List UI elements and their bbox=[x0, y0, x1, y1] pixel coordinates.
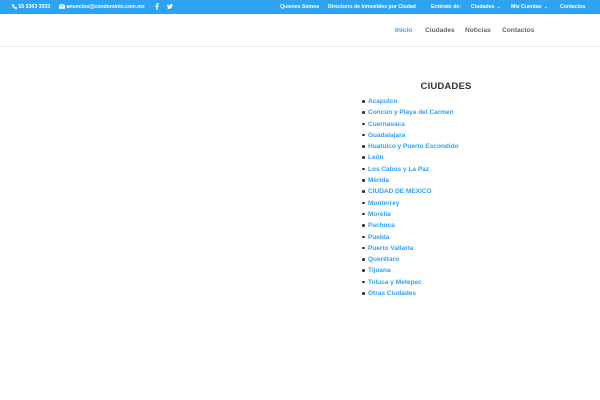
city-label: Los Cabos y La Paz bbox=[368, 165, 430, 173]
city-label: Pachuca bbox=[368, 222, 395, 230]
city-link[interactable]: Huatulco y Puerto Escondido bbox=[360, 141, 459, 152]
city-label: Acapulco bbox=[368, 98, 398, 105]
city-label: Cuernavaca bbox=[368, 120, 405, 128]
city-link[interactable]: Cuernavaca bbox=[360, 119, 459, 130]
bullet-icon bbox=[362, 212, 365, 216]
envelope-icon bbox=[59, 4, 65, 9]
nav-contactos[interactable]: Contactos bbox=[502, 22, 534, 40]
city-link[interactable]: Pachuca bbox=[360, 220, 459, 231]
bullet-icon bbox=[362, 167, 365, 171]
city-label: Toluca y Metepec bbox=[368, 278, 422, 286]
bullet-icon bbox=[362, 190, 365, 193]
chevron-down-icon: ⌄ bbox=[496, 4, 501, 10]
facebook-icon bbox=[155, 3, 159, 11]
city-link[interactable]: Tijuana bbox=[360, 265, 459, 276]
twitter-link[interactable] bbox=[167, 0, 173, 14]
city-label: Guadalajara bbox=[368, 131, 406, 139]
email-address: anuncios@condominio.com.mx bbox=[66, 4, 145, 10]
phone-icon bbox=[12, 4, 17, 10]
bullet-icon bbox=[362, 292, 365, 295]
header-divider bbox=[0, 46, 600, 47]
bullet-icon bbox=[362, 133, 365, 137]
bullet-icon bbox=[362, 258, 365, 261]
city-link[interactable]: Querétaro bbox=[360, 254, 459, 265]
city-label: Concún y Playa del Carmen bbox=[368, 109, 454, 117]
bullet-icon bbox=[362, 246, 365, 250]
topnav-ciudades-label: Ciudades bbox=[471, 4, 495, 10]
city-link[interactable]: Otras Ciudades bbox=[360, 288, 459, 299]
city-label: Querétaro bbox=[368, 256, 400, 264]
bullet-icon bbox=[362, 179, 365, 182]
city-link[interactable]: Acapulco bbox=[360, 96, 459, 107]
city-link[interactable]: Morelia bbox=[360, 209, 459, 220]
bullet-icon bbox=[362, 201, 365, 205]
city-link[interactable]: Puerto Vallarta bbox=[360, 243, 459, 254]
nav-noticias[interactable]: Noticias bbox=[465, 22, 491, 40]
city-link[interactable]: Los Cabos y La Paz bbox=[360, 164, 459, 175]
topnav-mis-cuentas[interactable]: Mis Cuentas ⌄ bbox=[511, 0, 548, 14]
bullet-icon bbox=[362, 224, 365, 227]
topnav-contactos[interactable]: Contactos bbox=[560, 0, 585, 14]
city-link[interactable]: Toluca y Metepec bbox=[360, 277, 459, 288]
city-link[interactable]: Mérida bbox=[360, 175, 459, 186]
phone-number: 55 5363 3333 bbox=[18, 4, 51, 10]
city-link[interactable]: CIUDAD DE MEXICO bbox=[360, 186, 459, 197]
city-label: Puerto Vallarta bbox=[368, 244, 414, 252]
bullet-icon bbox=[362, 269, 365, 272]
bullet-icon bbox=[362, 111, 365, 114]
bullet-icon bbox=[362, 122, 365, 126]
facebook-link[interactable] bbox=[155, 0, 159, 14]
city-link[interactable]: Monterrey bbox=[360, 198, 459, 209]
topnav-mis-cuentas-label: Mis Cuentas bbox=[511, 4, 542, 10]
city-label: Otras Ciudades bbox=[368, 290, 417, 298]
bullet-icon bbox=[362, 235, 365, 239]
city-label: Tijuana bbox=[368, 267, 391, 275]
topnav-ciudades[interactable]: Ciudades ⌄ bbox=[471, 0, 501, 14]
city-label: Monterrey bbox=[368, 199, 400, 207]
city-link[interactable]: León bbox=[360, 152, 459, 163]
bullet-icon bbox=[362, 145, 365, 148]
city-label: León bbox=[368, 154, 384, 162]
ciudades-widget-title: CIUDADES bbox=[420, 81, 472, 92]
city-label: CIUDAD DE MEXICO bbox=[368, 188, 432, 196]
top-header-bar: 55 5363 3333 anuncios@condominio.com.mx … bbox=[0, 0, 600, 14]
city-label: Puebla bbox=[368, 233, 390, 241]
ciudades-list: Acapulco Concún y Playa del Carmen Cuern… bbox=[360, 96, 459, 299]
topnav-quienes-somos[interactable]: Quienes Somos bbox=[280, 0, 319, 14]
city-label: Mérida bbox=[368, 177, 389, 185]
topnav-enterate[interactable]: Entérate de: bbox=[431, 0, 461, 14]
phone-contact[interactable]: 55 5363 3333 bbox=[12, 0, 50, 14]
bullet-icon bbox=[362, 280, 365, 284]
chevron-down-icon: ⌄ bbox=[543, 4, 548, 10]
city-link[interactable]: Puebla bbox=[360, 232, 459, 243]
nav-ciudades[interactable]: Ciudades bbox=[425, 22, 455, 40]
city-link[interactable]: Guadalajara bbox=[360, 130, 459, 141]
city-label: Morelia bbox=[368, 210, 391, 218]
bullet-icon bbox=[362, 156, 365, 159]
email-contact[interactable]: anuncios@condominio.com.mx bbox=[59, 0, 145, 14]
city-link[interactable]: Concún y Playa del Carmen bbox=[360, 107, 459, 118]
city-label: Huatulco y Puerto Escondido bbox=[368, 143, 459, 151]
topnav-directorio[interactable]: Directorio de Inmuebles por Ciudad bbox=[328, 0, 416, 14]
nav-inicio[interactable]: Inicio bbox=[395, 22, 412, 40]
twitter-icon bbox=[167, 4, 173, 10]
bullet-icon bbox=[362, 100, 365, 103]
